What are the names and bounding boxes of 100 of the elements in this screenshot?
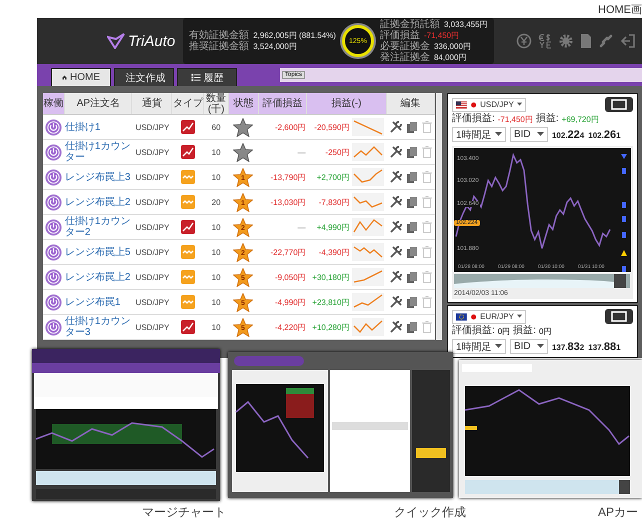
power-icon[interactable] (45, 268, 62, 286)
yen-circle-icon[interactable] (516, 33, 532, 49)
column-header[interactable]: 評価損益 (258, 93, 307, 114)
column-header[interactable]: AP注文名 (65, 93, 132, 114)
ap-order-name-link[interactable]: 仕掛け1 (64, 122, 100, 132)
logout-icon[interactable] (620, 33, 636, 49)
wrench-icon[interactable] (390, 171, 402, 183)
evaluation-value: -4,220円 (274, 322, 306, 332)
window-button[interactable] (605, 309, 633, 324)
bid-price: 137.832 (552, 340, 584, 352)
timeframe-dropdown[interactable]: 1時間足 (452, 339, 506, 354)
sparkline-drawing (352, 193, 384, 211)
currency-pair: USD/JPY (136, 248, 170, 256)
column-header[interactable]: 損益(-) (306, 93, 388, 114)
nav-tab[interactable]: 注文作成 (114, 68, 174, 86)
stat-value: -71,450円 (424, 30, 460, 41)
showcase-caption: APカー (598, 504, 638, 520)
currency-pair: USD/JPY (136, 122, 170, 132)
copy-icon[interactable] (406, 271, 418, 283)
timeframe-dropdown[interactable]: 1時間足 (452, 127, 506, 142)
copy-icon[interactable] (406, 321, 418, 333)
copy-icon[interactable] (406, 196, 418, 208)
wrench-icon[interactable] (390, 271, 402, 283)
copy-icon[interactable] (406, 121, 418, 133)
nav-tab[interactable]: 履歴 (177, 68, 237, 86)
settings-icon[interactable] (558, 33, 574, 49)
copy-icon[interactable] (406, 221, 418, 233)
range-type-icon (181, 170, 196, 184)
sparkline-drawing (352, 118, 384, 136)
caret-icon (536, 132, 544, 137)
ap-order-name-link[interactable]: レンジ布罠上2 (64, 196, 130, 208)
nav-tab[interactable]: HOME (51, 68, 111, 86)
sparkline-drawing (352, 318, 384, 336)
power-icon[interactable] (45, 144, 62, 160)
wrench-icon[interactable] (390, 296, 402, 308)
wrench-icon[interactable] (390, 196, 402, 208)
sparkline-drawing (352, 143, 384, 161)
profit-value: +10,280円 (312, 322, 350, 332)
power-icon[interactable] (45, 218, 62, 236)
power-icon[interactable] (45, 294, 62, 310)
wrench-icon[interactable] (390, 121, 402, 133)
copy-icon[interactable] (406, 171, 418, 183)
column-header[interactable]: 通貨 (132, 93, 172, 114)
stat-label: 証拠金預託額 (380, 19, 440, 30)
scrollbar[interactable] (436, 93, 442, 340)
home-icon (62, 73, 67, 82)
power-icon[interactable] (45, 118, 62, 136)
window-icon (611, 99, 627, 110)
column-header[interactable]: 状態 (228, 93, 259, 114)
wrench-icon[interactable] (390, 321, 402, 333)
copy-icon[interactable] (406, 146, 418, 158)
showcase-caption: マージチャート (142, 504, 226, 520)
ap-order-name-link[interactable]: 仕掛け1カウンター (64, 141, 133, 163)
range-type-icon (181, 295, 196, 309)
range-type-icon (181, 195, 196, 209)
sparkline-drawing (352, 243, 384, 261)
currency-icon[interactable] (538, 33, 552, 49)
profit-label: 損益: (513, 325, 536, 337)
ap-order-name-link[interactable]: レンジ布罠1 (64, 296, 120, 308)
ap-order-name-link[interactable]: レンジ布罠上2 (64, 272, 130, 282)
currency-pair: USD/JPY (136, 298, 170, 306)
currency-pair-dropdown[interactable]: EUR/JPY (452, 310, 526, 324)
currency-pair: USD/JPY (136, 148, 170, 156)
column-header[interactable]: 稼働 (43, 93, 66, 114)
currency-pair: USD/JPY (136, 322, 170, 332)
stat-value: 84,000円 (434, 52, 466, 63)
ap-order-name-link[interactable]: レンジ布罠上5 (64, 246, 130, 258)
ap-order-name-link[interactable]: レンジ布罠上3 (64, 172, 130, 182)
sparkline-drawing (352, 218, 384, 236)
ap-order-name-link[interactable]: 仕掛け1カウンター2 (64, 216, 133, 238)
caret-icon (494, 344, 502, 349)
copy-icon[interactable] (406, 246, 418, 258)
quantity: 10 (212, 272, 221, 282)
caret-icon (536, 344, 544, 349)
wrench-icon[interactable] (390, 221, 402, 233)
profit-value: -7,830円 (318, 196, 350, 208)
power-icon[interactable] (45, 168, 62, 186)
profit-label: 損益: (536, 113, 559, 125)
document-icon[interactable] (580, 33, 592, 49)
sparkline-drawing (352, 293, 384, 311)
range-type-icon (181, 245, 196, 259)
quantity: 10 (212, 222, 221, 232)
link-icon[interactable] (598, 33, 614, 49)
power-icon[interactable] (45, 244, 62, 260)
wrench-icon[interactable] (390, 246, 402, 258)
wrench-icon[interactable] (390, 146, 402, 158)
evaluation-value: -4,990円 (274, 296, 306, 308)
copy-icon[interactable] (406, 296, 418, 308)
currency-pair-dropdown[interactable]: USD/JPY (452, 98, 526, 112)
column-header[interactable]: タイプ (172, 93, 204, 114)
column-header[interactable]: 編集 (387, 93, 435, 114)
ap-order-name-link[interactable]: 仕掛け1カウンター3 (64, 316, 133, 338)
price-side-dropdown[interactable]: BID (510, 339, 548, 354)
price-side-dropdown[interactable]: BID (510, 127, 548, 142)
power-icon[interactable] (45, 318, 62, 336)
evaluation-value: 0円 (498, 326, 510, 336)
stat-label: 推奨証拠金額 (189, 41, 250, 52)
range-type-icon (181, 270, 196, 284)
power-icon[interactable] (45, 194, 62, 210)
window-button[interactable] (605, 97, 633, 112)
